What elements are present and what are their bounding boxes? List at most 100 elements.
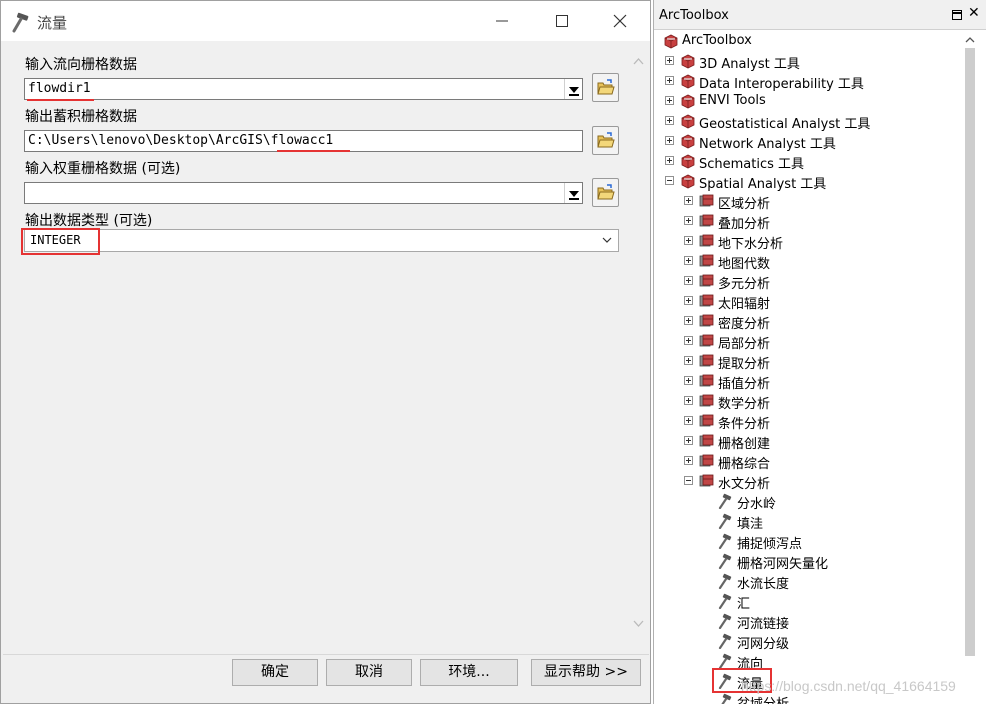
expand-icon[interactable] (684, 416, 693, 425)
in-weight-browse-button[interactable] (592, 178, 619, 207)
toolset-item[interactable]: 地下水分析 (654, 231, 959, 252)
expand-icon[interactable] (684, 216, 693, 225)
toolbox-icon (681, 174, 695, 189)
expand-icon[interactable] (684, 196, 693, 205)
toolset-item[interactable]: 区域分析 (654, 191, 959, 212)
expand-icon[interactable] (665, 96, 674, 105)
dock-icon[interactable] (952, 10, 962, 20)
tool-item[interactable]: 河流链接 (654, 611, 959, 632)
toolset-item[interactable]: 条件分析 (654, 411, 959, 432)
close-icon[interactable]: ✕ (968, 5, 980, 21)
toolset-item[interactable]: 密度分析 (654, 311, 959, 332)
expand-icon[interactable] (684, 296, 693, 305)
toolbox-item[interactable]: Spatial Analyst 工具 (654, 171, 959, 192)
toolbox-item[interactable]: Data Interoperability 工具 (654, 71, 959, 92)
tool-item[interactable]: 捕捉倾泻点 (654, 531, 959, 552)
toolbox-scrollbar[interactable] (960, 30, 980, 704)
tree-node-label: Geostatistical Analyst 工具 (699, 117, 871, 132)
toolset-icon (699, 414, 714, 427)
collapse-icon[interactable] (684, 476, 693, 485)
close-button[interactable] (605, 7, 635, 35)
toolbox-item[interactable]: ENVI Tools (654, 91, 959, 111)
toolbox-item[interactable]: Schematics 工具 (654, 151, 959, 172)
toolset-item[interactable]: 太阳辐射 (654, 291, 959, 312)
out-accum-label: 输出蓄积栅格数据 (25, 109, 137, 125)
expand-icon[interactable] (684, 456, 693, 465)
hammer-icon (12, 12, 29, 33)
tool-item[interactable]: 栅格河网矢量化 (654, 551, 959, 572)
expand-icon[interactable] (665, 156, 674, 165)
cancel-button[interactable]: 取消 (326, 659, 412, 686)
toolset-icon (699, 274, 714, 287)
toolbox-icon (681, 134, 695, 149)
toolset-item[interactable]: 栅格综合 (654, 451, 959, 472)
toolset-item[interactable]: 地图代数 (654, 251, 959, 272)
maximize-button[interactable] (547, 7, 577, 35)
tree-node-label: 提取分析 (718, 357, 771, 372)
arctoolbox-panel: ArcToolbox ✕ ArcToolbox 3D Analyst 工具 Data… (653, 0, 986, 704)
tool-item[interactable]: 填洼 (654, 511, 959, 532)
toolset-item[interactable]: 提取分析 (654, 351, 959, 372)
in-weight-field[interactable] (24, 182, 583, 204)
toolset-item[interactable]: 叠加分析 (654, 211, 959, 232)
tree-node-label: 太阳辐射 (718, 297, 771, 312)
collapse-icon[interactable] (665, 176, 674, 185)
hammer-icon (721, 693, 732, 704)
tool-item[interactable]: 河网分级 (654, 631, 959, 652)
out-accum-field[interactable]: C:\Users\lenovo\Desktop\ArcGIS\flowacc1 (24, 130, 583, 152)
toolset-icon (699, 454, 714, 467)
expand-icon[interactable] (684, 276, 693, 285)
scroll-up-icon[interactable] (960, 32, 980, 48)
expand-icon[interactable] (665, 136, 674, 145)
expand-icon[interactable] (665, 76, 674, 85)
tool-item[interactable]: 水流长度 (654, 571, 959, 592)
expand-icon[interactable] (684, 316, 693, 325)
expand-icon[interactable] (665, 116, 674, 125)
toolbox-icon (681, 114, 695, 129)
tree-node-label: Data Interoperability 工具 (699, 77, 864, 92)
in-flowdir-field[interactable]: flowdir1 (24, 78, 583, 100)
toolset-icon (699, 234, 714, 247)
expand-icon[interactable] (684, 356, 693, 365)
expand-icon[interactable] (684, 436, 693, 445)
expand-icon[interactable] (684, 376, 693, 385)
tree-node-label: 3D Analyst 工具 (699, 57, 800, 72)
toolset-item[interactable]: 水文分析 (654, 471, 959, 492)
expand-icon[interactable] (684, 396, 693, 405)
toolbox-tree: ArcToolbox 3D Analyst 工具 Data Interoperabi… (654, 30, 959, 704)
toolset-item[interactable]: 数学分析 (654, 391, 959, 412)
ok-button[interactable]: 确定 (232, 659, 318, 686)
minimize-button[interactable] (487, 7, 517, 35)
toolbox-item[interactable]: Geostatistical Analyst 工具 (654, 111, 959, 132)
expand-icon[interactable] (665, 56, 674, 65)
tree-node-label: 局部分析 (718, 337, 771, 352)
expand-icon[interactable] (684, 236, 693, 245)
tree-root-arctoolbox[interactable]: ArcToolbox (654, 31, 959, 51)
expand-icon[interactable] (684, 256, 693, 265)
toolset-item[interactable]: 插值分析 (654, 371, 959, 392)
toolset-item[interactable]: 多元分析 (654, 271, 959, 292)
tool-item[interactable]: 流向 (654, 651, 959, 672)
tree-node-label: 栅格综合 (718, 457, 771, 472)
show-help-button[interactable]: 显示帮助 >> (531, 659, 641, 686)
expand-icon[interactable] (684, 336, 693, 345)
toolbox-item[interactable]: 3D Analyst 工具 (654, 51, 959, 72)
in-flowdir-browse-button[interactable] (592, 73, 619, 102)
button-bar: 确定 取消 环境... 显示帮助 >> (3, 654, 649, 702)
out-accum-browse-button[interactable] (592, 126, 619, 155)
toolbox-item[interactable]: Network Analyst 工具 (654, 131, 959, 152)
tree-node-label: 叠加分析 (718, 217, 771, 232)
toolset-item[interactable]: 栅格创建 (654, 431, 959, 452)
tool-item[interactable]: 分水岭 (654, 491, 959, 512)
in-flowdir-dropdown-button[interactable] (564, 79, 582, 99)
scroll-thumb[interactable] (965, 48, 975, 656)
data-type-select[interactable]: INTEGER (24, 229, 619, 252)
tool-item[interactable]: 汇 (654, 591, 959, 612)
toolset-item[interactable]: 局部分析 (654, 331, 959, 352)
dialog-scrollbar[interactable] (630, 50, 647, 640)
tree-node-label: 地下水分析 (718, 237, 784, 252)
in-weight-dropdown-button[interactable] (564, 183, 582, 203)
environments-button[interactable]: 环境... (420, 659, 518, 686)
hammer-icon (718, 653, 732, 669)
in-flowdir-label: 输入流向栅格数据 (25, 57, 137, 73)
